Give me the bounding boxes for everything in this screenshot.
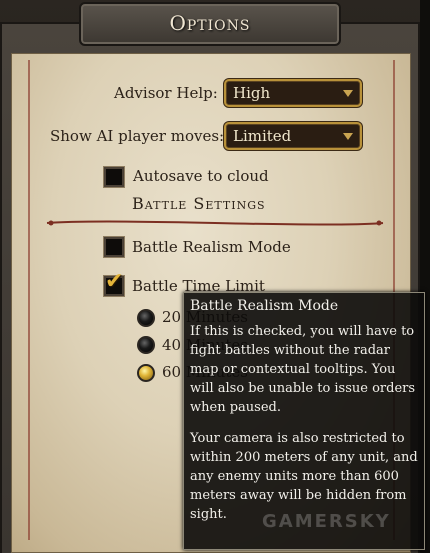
advisor-help-label: Advisor Help: <box>114 84 218 102</box>
tooltip-paragraph-2: Your camera is also restricted to within… <box>190 431 418 522</box>
tooltip-paragraph-1: If this is checked, you will have to fig… <box>190 324 416 415</box>
chevron-down-icon <box>343 133 353 140</box>
battle-realism-label: Battle Realism Mode <box>132 238 291 256</box>
margin-rule-left <box>28 60 30 540</box>
radio-60-minutes[interactable] <box>137 364 155 382</box>
show-ai-moves-dropdown[interactable]: Limited <box>224 122 362 150</box>
advisor-help-dropdown[interactable]: High <box>224 79 362 107</box>
watermark: GAMERSKY <box>262 511 391 532</box>
battle-realism-checkbox[interactable] <box>104 237 124 257</box>
section-divider <box>46 220 384 226</box>
show-ai-moves-label: Show AI player moves: <box>50 127 225 145</box>
show-ai-moves-value: Limited <box>233 127 292 145</box>
tooltip-title: Battle Realism Mode <box>190 298 339 314</box>
advisor-help-value: High <box>233 84 271 102</box>
battle-time-limit-checkbox[interactable]: ✔ <box>104 269 124 296</box>
radio-40-minutes[interactable] <box>137 336 155 354</box>
window-title: Options <box>169 11 251 35</box>
battle-settings-heading: Battle Settings <box>132 194 266 213</box>
radio-20-minutes[interactable] <box>137 309 155 327</box>
checkmark-icon: ✔ <box>105 269 124 294</box>
autosave-checkbox[interactable] <box>104 167 124 187</box>
autosave-label: Autosave to cloud <box>133 167 269 185</box>
chevron-down-icon <box>343 90 353 97</box>
title-tab: Options <box>79 2 341 46</box>
